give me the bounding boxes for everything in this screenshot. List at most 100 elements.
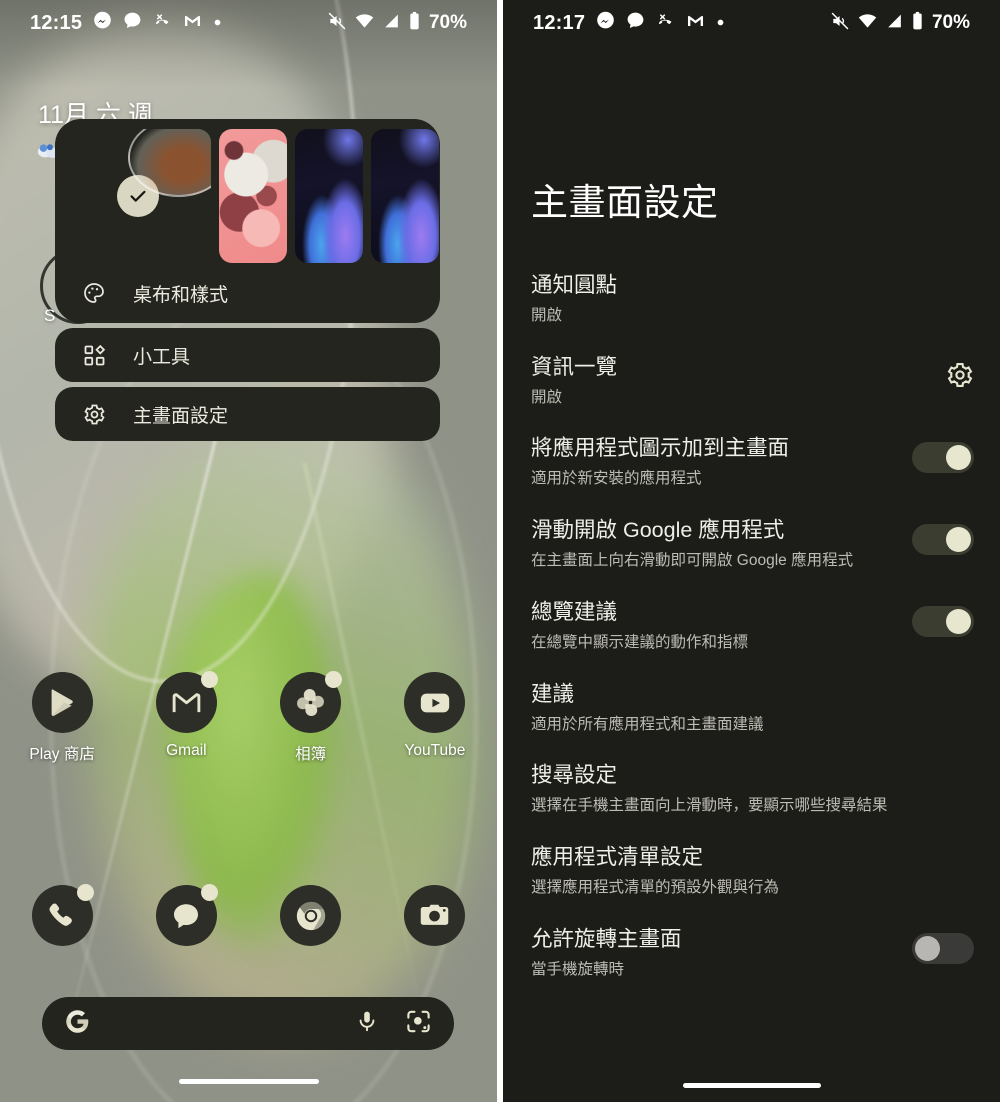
status-time: 12:15 <box>30 11 83 34</box>
setting-row-allow-home-rotation[interactable]: 允許旋轉主畫面 當手機旋轉時 <box>503 912 1000 994</box>
setting-subtitle: 適用於新安裝的應用程式 <box>531 470 702 488</box>
app-youtube[interactable]: YouTube <box>373 672 497 764</box>
messages-icon[interactable] <box>155 884 218 946</box>
wallpaper-thumb-1[interactable] <box>65 129 211 263</box>
missed-call-icon <box>656 11 675 35</box>
setting-row-suggestions[interactable]: 建議 適用於所有應用程式和主畫面建議 <box>503 667 1000 749</box>
menu-item-label: 小工具 <box>133 346 191 368</box>
palette-icon <box>81 281 107 305</box>
home-settings-panel: 12:17 70% 主畫面設定 通知圓點 開啟 資訊一覽 開啟 將應用程式圖示加… <box>503 0 1000 1102</box>
toggle-swipe-google-app[interactable] <box>912 524 974 556</box>
phone-icon[interactable] <box>31 884 94 946</box>
setting-title: 總覽建議 <box>531 599 618 624</box>
mute-icon <box>327 11 347 36</box>
setting-subtitle: 開啟 <box>531 307 563 325</box>
chat-bubble-icon <box>123 11 142 35</box>
notification-badge <box>200 671 218 688</box>
gmail-icon[interactable] <box>155 671 218 733</box>
dot-icon <box>716 14 725 32</box>
dock-messages[interactable] <box>124 884 248 946</box>
status-time: 12:17 <box>533 11 586 34</box>
status-bar-right: 12:17 70% <box>503 0 1000 46</box>
setting-row-app-list-settings[interactable]: 應用程式清單設定 選擇應用程式清單的預設外觀與行為 <box>503 830 1000 912</box>
google-g-icon <box>64 1008 91 1040</box>
gmail-icon <box>686 11 705 35</box>
toggle-overview-suggestions[interactable] <box>912 605 974 637</box>
photos-icon[interactable] <box>280 671 343 733</box>
setting-subtitle: 在總覽中顯示建議的動作和指標 <box>531 633 749 651</box>
setting-title: 通知圓點 <box>531 273 618 297</box>
chrome-icon[interactable] <box>280 885 342 946</box>
wallpaper-thumb-3[interactable] <box>295 129 363 263</box>
menu-item-home-settings[interactable]: 主畫面設定 <box>55 387 440 441</box>
status-bar-left: 12:15 70% <box>0 0 497 46</box>
setting-row-at-a-glance[interactable]: 資訊一覽 開啟 <box>503 340 1000 422</box>
setting-row-add-app-icons[interactable]: 將應用程式圖示加到主畫面 適用於新安裝的應用程式 <box>503 421 1000 503</box>
setting-row-search-settings[interactable]: 搜尋設定 選擇在手機主畫面向上滑動時，要顯示哪些搜尋結果 <box>503 748 1000 830</box>
app-play-store[interactable]: Play 商店 <box>0 672 124 764</box>
wallpaper-thumb-4[interactable] <box>371 129 439 263</box>
gesture-nav-bar[interactable] <box>178 1079 319 1084</box>
app-gmail[interactable]: Gmail <box>124 671 248 764</box>
messenger-icon <box>93 11 112 35</box>
home-screen-panel: 12:15 70% 11月 六 週 S 桌布和樣式 小工具 主畫面設定 Play… <box>0 0 497 1102</box>
toggle-allow-home-rotation[interactable] <box>912 932 974 964</box>
app-label: Gmail <box>166 742 207 759</box>
camera-icon[interactable] <box>404 885 466 946</box>
missed-call-icon <box>153 11 172 35</box>
notification-badge <box>200 884 218 901</box>
microphone-icon[interactable] <box>355 1009 379 1038</box>
app-label: YouTube <box>404 742 466 759</box>
google-lens-icon[interactable] <box>405 1008 432 1040</box>
menu-item-widgets[interactable]: 小工具 <box>55 328 440 382</box>
wifi-icon <box>354 11 375 36</box>
signal-icon <box>382 11 401 36</box>
glance-text: S <box>44 306 56 325</box>
battery-percent: 70% <box>931 12 970 33</box>
notification-badge <box>325 671 343 688</box>
dock-camera[interactable] <box>373 885 497 946</box>
check-icon <box>117 175 159 217</box>
setting-row-notification-dots[interactable]: 通知圓點 開啟 <box>503 258 1000 340</box>
dock-phone[interactable] <box>0 884 124 946</box>
mute-icon <box>830 11 850 36</box>
gear-icon <box>81 403 107 426</box>
wallpaper-thumb-2[interactable] <box>219 129 287 263</box>
chat-bubble-icon <box>626 11 645 35</box>
gmail-icon <box>183 11 202 35</box>
setting-title: 搜尋設定 <box>531 763 618 788</box>
google-search-bar[interactable] <box>42 997 454 1050</box>
menu-item-label: 桌布和樣式 <box>133 284 229 306</box>
menu-item-wallpaper-style[interactable]: 桌布和樣式 <box>55 263 440 323</box>
menu-item-home-settings-card[interactable]: 主畫面設定 <box>55 387 440 441</box>
setting-subtitle: 選擇在手機主畫面向上滑動時，要顯示哪些搜尋結果 <box>531 797 888 815</box>
gear-icon[interactable] <box>946 353 974 394</box>
menu-item-label: 主畫面設定 <box>133 405 229 427</box>
messenger-icon <box>596 11 615 35</box>
page-title: 主畫面設定 <box>531 182 719 223</box>
setting-title: 資訊一覽 <box>531 354 618 379</box>
setting-subtitle: 選擇應用程式清單的預設外觀與行為 <box>531 878 780 896</box>
app-grid: Play 商店 Gmail 相簿 YouTube <box>0 671 497 764</box>
play-store-icon[interactable] <box>31 672 93 733</box>
home-long-press-menu: 桌布和樣式 小工具 主畫面設定 <box>55 119 440 441</box>
wifi-icon <box>857 11 878 36</box>
setting-row-swipe-google-app[interactable]: 滑動開啟 Google 應用程式 在主畫面上向右滑動即可開啟 Google 應用… <box>503 503 1000 585</box>
menu-item-widgets-card[interactable]: 小工具 <box>55 328 440 382</box>
setting-subtitle: 當手機旋轉時 <box>531 960 625 978</box>
app-label: Play 商店 <box>29 746 95 763</box>
battery-percent: 70% <box>428 12 467 33</box>
dock-chrome[interactable] <box>249 885 373 946</box>
notification-badge <box>76 884 94 901</box>
setting-title: 將應用程式圖示加到主畫面 <box>531 436 790 461</box>
app-photos[interactable]: 相簿 <box>249 671 373 764</box>
setting-row-overview-suggestions[interactable]: 總覽建議 在總覽中顯示建議的動作和指標 <box>503 585 1000 667</box>
toggle-add-app-icons[interactable] <box>912 442 974 474</box>
setting-subtitle: 在主畫面上向右滑動即可開啟 Google 應用程式 <box>531 552 854 570</box>
gesture-nav-bar[interactable] <box>682 1083 821 1088</box>
setting-subtitle: 開啟 <box>531 388 563 406</box>
signal-icon <box>885 11 904 36</box>
widgets-icon <box>81 344 107 367</box>
youtube-icon[interactable] <box>404 672 466 733</box>
battery-icon <box>408 11 421 36</box>
